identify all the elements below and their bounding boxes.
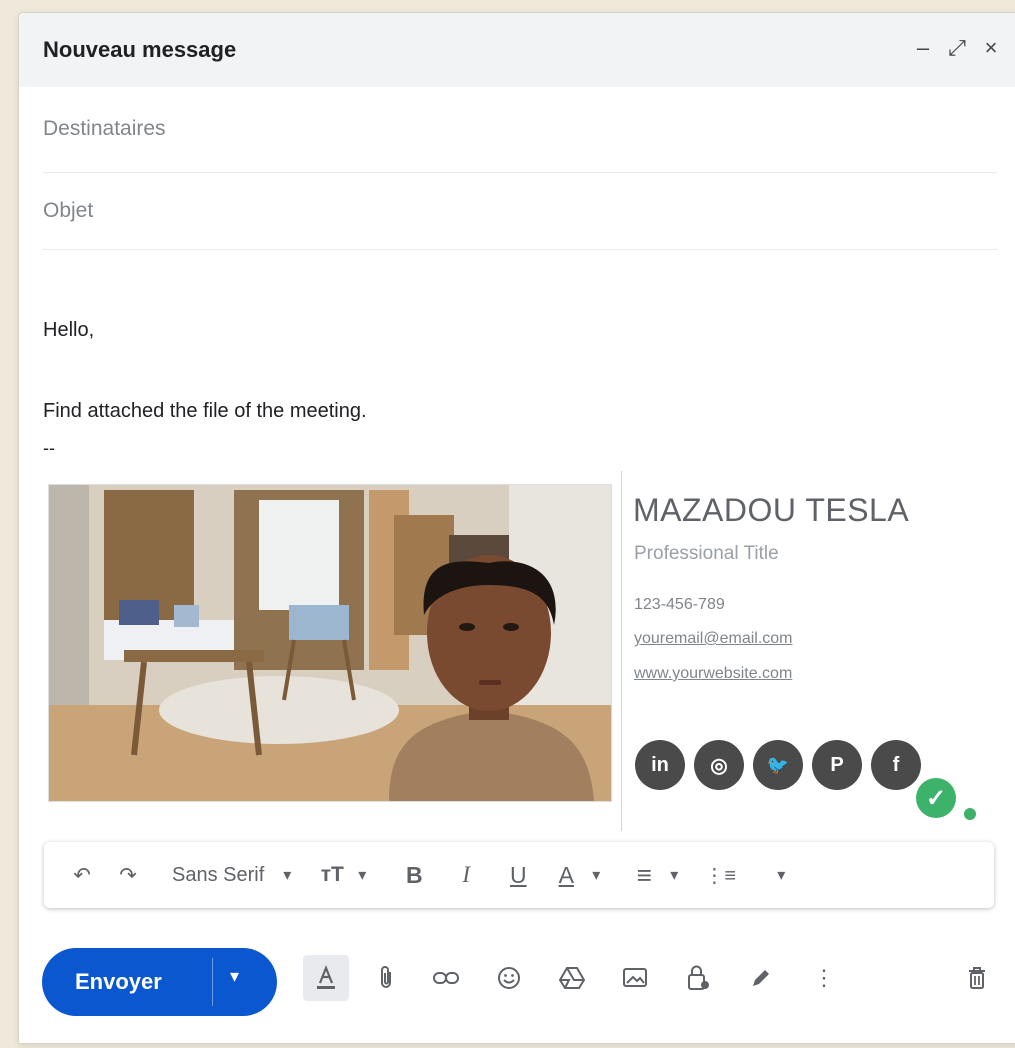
signature-phone: 123-456-789 xyxy=(634,596,725,613)
body-text: Find attached the file of the meeting. xyxy=(43,400,367,422)
close-icon[interactable]: × xyxy=(981,35,1001,61)
pinterest-icon[interactable]: P xyxy=(812,740,862,790)
grammar-check-icon[interactable]: ✓ xyxy=(916,778,956,818)
font-family-dropdown-icon[interactable]: ▾ xyxy=(272,865,302,885)
discard-draft-icon[interactable] xyxy=(957,958,997,998)
font-family-select[interactable]: Sans Serif xyxy=(172,864,264,887)
text-color-dropdown-icon[interactable]: ▾ xyxy=(586,865,606,885)
compose-window: Nouveau message – ⤢ × Destinataires Obje… xyxy=(19,13,1015,1043)
compose-action-bar: Envoyer ▾ ⋮ xyxy=(19,943,1015,1023)
subject-field[interactable]: Objet xyxy=(43,199,997,223)
confidential-mode-icon[interactable] xyxy=(678,958,718,998)
status-dot xyxy=(964,808,976,820)
send-label: Envoyer xyxy=(75,969,162,994)
minimize-icon[interactable]: – xyxy=(913,35,933,61)
twitter-icon[interactable]: 🐦 xyxy=(753,740,803,790)
send-options-icon[interactable]: ▾ xyxy=(230,966,239,987)
facebook-icon[interactable]: f xyxy=(871,740,921,790)
recipients-field[interactable]: Destinataires xyxy=(43,117,997,141)
bold-button[interactable]: B xyxy=(392,862,436,889)
signature-photo xyxy=(48,484,612,802)
recipients-divider xyxy=(43,172,997,173)
align-icon[interactable]: ≡ xyxy=(624,860,664,891)
align-dropdown-icon[interactable]: ▾ xyxy=(664,865,684,885)
font-size-icon[interactable]: ᴛT xyxy=(312,863,352,887)
signature-pen-icon[interactable] xyxy=(741,958,781,998)
font-size-dropdown-icon[interactable]: ▾ xyxy=(352,865,372,885)
numbered-list-icon[interactable]: ⋮≡ xyxy=(698,863,742,888)
linkedin-icon[interactable]: in xyxy=(635,740,685,790)
signature-email-link[interactable]: youremail@email.com xyxy=(634,630,793,648)
compose-title-bar[interactable]: Nouveau message – ⤢ × xyxy=(19,13,1015,87)
signature-social-links: in ◎ 🐦 P f xyxy=(635,740,921,790)
underline-button[interactable]: U xyxy=(496,862,540,889)
redo-icon[interactable]: ↷ xyxy=(108,863,148,888)
italic-button[interactable]: I xyxy=(444,862,488,888)
undo-icon[interactable]: ↶ xyxy=(62,863,102,888)
signature-title: Professional Title xyxy=(634,543,779,564)
subject-divider xyxy=(43,249,997,250)
formatting-toolbar: ↶ ↷ Sans Serif ▾ ᴛT ▾ B I U A ▾ ≡ ▾ ⋮≡ ▾ xyxy=(44,842,994,908)
emoji-icon[interactable] xyxy=(489,958,529,998)
compose-title: Nouveau message xyxy=(43,37,237,62)
more-formatting-icon[interactable]: ▾ xyxy=(766,865,796,885)
expand-icon[interactable]: ⤢ xyxy=(947,35,967,61)
send-divider xyxy=(212,958,213,1006)
signature-name: MAZADOU TESLA xyxy=(633,492,910,528)
window-controls: – ⤢ × xyxy=(913,35,1001,61)
signature-website-link[interactable]: www.yourwebsite.com xyxy=(634,665,792,683)
formatting-options-icon[interactable] xyxy=(303,955,349,1001)
more-options-icon[interactable]: ⋮ xyxy=(804,958,844,998)
instagram-icon[interactable]: ◎ xyxy=(694,740,744,790)
signature-divider xyxy=(621,471,622,831)
send-button[interactable]: Envoyer ▾ xyxy=(42,948,277,1016)
insert-photo-icon[interactable] xyxy=(615,958,655,998)
google-drive-icon[interactable] xyxy=(552,958,592,998)
insert-link-icon[interactable] xyxy=(426,958,466,998)
attach-file-icon[interactable] xyxy=(366,958,406,998)
signature-separator: -- xyxy=(43,438,55,458)
text-color-icon[interactable]: A xyxy=(546,862,586,889)
greeting-text: Hello, xyxy=(43,319,95,341)
